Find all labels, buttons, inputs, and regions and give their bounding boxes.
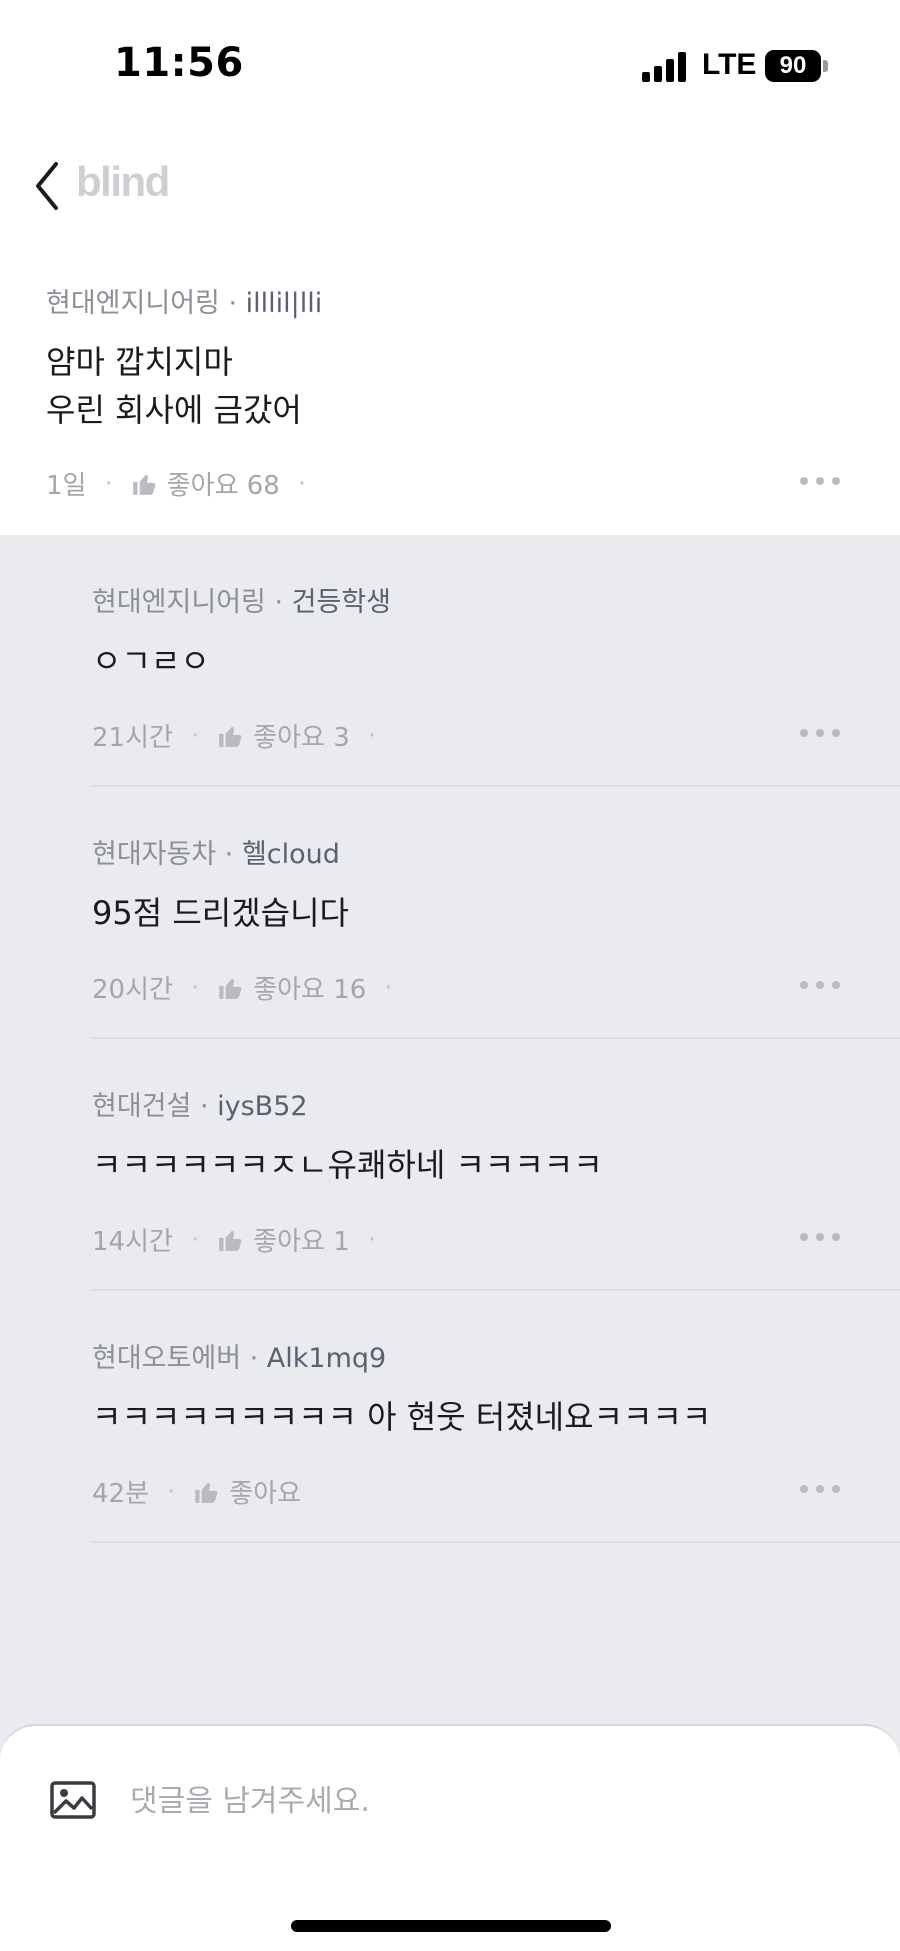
like-count: 좋아요 3 <box>253 723 350 753</box>
reply-text: ㅇㄱㄹㅇ <box>92 642 210 680</box>
signal-icon <box>642 50 688 82</box>
reply-meta: 현대자동차 · 헬cloud <box>92 839 340 870</box>
separator-dot: · <box>190 972 200 1003</box>
author-name[interactable]: 헬cloud <box>242 839 340 870</box>
reply-footer: 14시간 · 좋아요 1 · <box>92 1221 394 1258</box>
post-meta: 현대엔지니어링 · illlil|lli <box>46 288 323 319</box>
separator-dot: · <box>190 1224 200 1255</box>
author-name[interactable]: iysB52 <box>217 1091 307 1122</box>
reply: 현대자동차 · 헬cloud 95점 드리겠습니다 <box>92 832 349 937</box>
comment-input-bar <box>0 1724 900 1951</box>
separator-dot: · <box>104 468 113 499</box>
like-count: 좋아요 16 <box>253 975 367 1005</box>
separator-dot: · <box>384 972 393 1003</box>
post-footer: 1일 · 좋아요 68 · <box>46 465 324 502</box>
thumbs-up-icon <box>132 474 156 495</box>
reply-time: 42분 <box>92 1479 150 1509</box>
reply: 현대오토에버 · Alk1mq9 ㅋㅋㅋㅋㅋㅋㅋㅋㅋ 아 현웃 터졌네요ㅋㅋㅋㅋ <box>92 1336 711 1441</box>
divider <box>92 785 900 787</box>
reply: 현대건설 · iysB52 ㅋㅋㅋㅋㅋㅋㅈㄴ유쾌하네 ㅋㅋㅋㅋㅋ <box>92 1084 603 1189</box>
company-name: 현대자동차 <box>92 839 217 870</box>
network-label: LTE <box>702 48 757 81</box>
reply-time: 14시간 <box>92 1227 173 1257</box>
status-bar: 11:56 LTE 90 <box>0 0 900 130</box>
comment-input[interactable] <box>130 1776 830 1826</box>
like-count: 좋아요 1 <box>253 1227 350 1257</box>
like-button[interactable]: 좋아요 <box>193 1473 301 1510</box>
reply-time: 20시간 <box>92 975 173 1005</box>
thumbs-up-icon <box>219 1230 242 1251</box>
reply-text: 95점 드리겠습니다 <box>92 894 349 932</box>
reply-footer: 21시간 · 좋아요 3 · <box>92 717 394 754</box>
home-indicator <box>291 1920 611 1932</box>
like-button[interactable]: 좋아요 16 <box>217 969 366 1006</box>
like-button[interactable]: 좋아요 68 <box>131 465 280 502</box>
battery-icon: 90 <box>765 50 821 82</box>
like-button[interactable]: 좋아요 3 <box>217 717 350 754</box>
reply-time: 21시간 <box>92 723 173 753</box>
company-name: 현대오토에버 <box>92 1343 242 1374</box>
separator-dot: · <box>367 1224 377 1255</box>
separator-dot: · <box>367 720 377 751</box>
more-options-button[interactable] <box>800 474 840 488</box>
post-line: 우린 회사에 금갔어 <box>46 391 302 429</box>
more-options-button[interactable] <box>800 726 840 740</box>
separator-dot: · <box>297 468 307 499</box>
thumbs-up-icon <box>219 978 242 999</box>
reply-meta: 현대오토에버 · Alk1mq9 <box>92 1343 387 1374</box>
post-line: 얌마 깝치지마 <box>46 343 233 381</box>
reply-text: ㅋㅋㅋㅋㅋㅋㅋㅋㅋ 아 현웃 터졌네요ㅋㅋㅋㅋ <box>92 1398 712 1436</box>
author-name[interactable]: Alk1mq9 <box>267 1343 386 1374</box>
like-count: 좋아요 68 <box>166 471 280 501</box>
post-time: 1일 <box>46 471 87 501</box>
reply-meta: 현대엔지니어링 · 건등학생 <box>92 587 392 618</box>
blind-logo[interactable]: blind <box>76 158 170 206</box>
status-time: 11:56 <box>114 40 244 86</box>
reply-footer: 20시간 · 좋아요 16 · <box>92 969 411 1006</box>
company-name: 현대엔지니어링 <box>92 587 266 618</box>
thumbs-up-icon <box>219 726 242 747</box>
more-options-button[interactable] <box>800 978 840 992</box>
reply-meta: 현대건설 · iysB52 <box>92 1091 308 1122</box>
divider <box>92 1289 900 1291</box>
divider <box>92 1541 900 1543</box>
company-name: 현대엔지니어링 <box>46 288 220 319</box>
image-icon[interactable] <box>50 1781 96 1819</box>
reply-text: ㅋㅋㅋㅋㅋㅋㅈㄴ유쾌하네 ㅋㅋㅋㅋㅋ <box>92 1146 603 1184</box>
thumbs-up-icon <box>195 1482 218 1503</box>
author-name[interactable]: 건등학생 <box>292 587 391 618</box>
post: 현대엔지니어링 · illlil|lli 얌마 깝치지마 우린 회사에 금갔어 <box>46 281 322 434</box>
reply: 현대엔지니어링 · 건등학생 ㅇㄱㄹㅇ <box>92 580 391 685</box>
company-name: 현대건설 <box>92 1091 192 1122</box>
like-count: 좋아요 <box>229 1479 302 1509</box>
reply-footer: 42분 · 좋아요 <box>92 1473 301 1510</box>
more-options-button[interactable] <box>800 1482 840 1496</box>
more-options-button[interactable] <box>800 1230 840 1244</box>
battery-tip <box>823 60 828 72</box>
author-name[interactable]: illlil|lli <box>246 288 323 319</box>
like-button[interactable]: 좋아요 1 <box>217 1221 350 1258</box>
separator-dot: · <box>167 1476 176 1507</box>
divider <box>92 1037 900 1039</box>
back-button[interactable] <box>28 158 68 214</box>
separator-dot: · <box>190 720 200 751</box>
